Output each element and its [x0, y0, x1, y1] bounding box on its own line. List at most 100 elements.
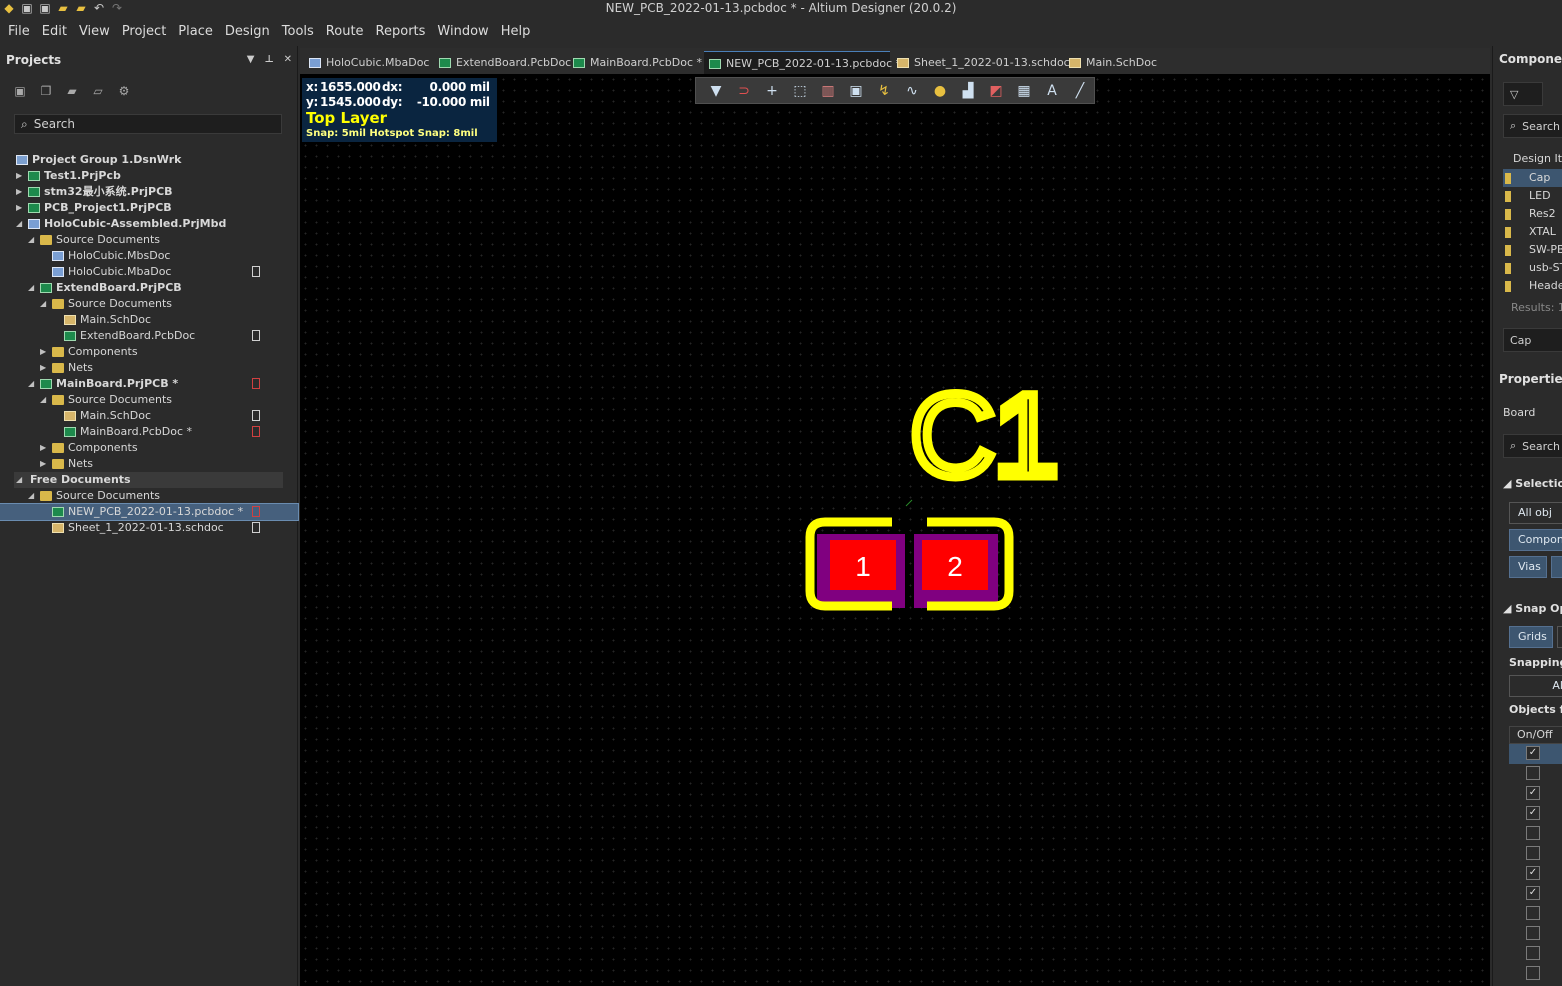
expand-arrow-icon[interactable]: ▶ [40, 344, 50, 360]
close-project-icon[interactable]: ▱ [90, 84, 106, 98]
document-tab[interactable]: Main.SchDoc [1064, 51, 1164, 74]
menu-project[interactable]: Project [116, 20, 172, 44]
snap-object-checkbox[interactable] [1526, 766, 1540, 780]
component-list-item[interactable]: Heade [1503, 277, 1562, 295]
tree-item[interactable]: ◢ Free Documents [14, 472, 283, 488]
collapse-arrow-icon[interactable]: ◢ [16, 472, 26, 488]
bar-chart-icon[interactable]: ▥ [816, 80, 840, 102]
components-search-input[interactable]: ⌕ Search [1503, 114, 1562, 138]
component-list-item[interactable]: SW-PB [1503, 241, 1562, 259]
tree-item[interactable]: ▶ Nets [0, 456, 298, 472]
snap-object-checkbox[interactable] [1526, 846, 1540, 860]
snap-object-checkbox[interactable] [1526, 946, 1540, 960]
open-project-folder-icon[interactable]: ▰ [64, 84, 80, 98]
selected-component-field[interactable]: Cap [1503, 328, 1562, 352]
tree-item[interactable]: Main.SchDoc [0, 408, 298, 424]
crosshair-icon[interactable]: + [760, 80, 784, 102]
tree-item[interactable]: Sheet_1_2022-01-13.schdoc [0, 520, 298, 536]
route-icon[interactable]: ↯ [872, 80, 896, 102]
collapse-arrow-icon[interactable]: ◢ [28, 232, 38, 248]
menu-file[interactable]: File [2, 20, 36, 44]
component-filter-button[interactable]: ▽ [1503, 82, 1543, 106]
tree-item[interactable]: Main.SchDoc [0, 312, 298, 328]
tree-item[interactable]: ◢ Source Documents [0, 488, 298, 504]
line-icon[interactable]: ╱ [1068, 80, 1092, 102]
document-tab[interactable]: ExtendBoard.PcbDoc [434, 51, 571, 74]
menu-window[interactable]: Window [431, 20, 494, 44]
selection-filter-header[interactable]: ◢ Selection [1503, 477, 1562, 490]
component-list-item[interactable]: usb-ST [1503, 259, 1562, 277]
expand-arrow-icon[interactable]: ▶ [16, 168, 26, 184]
expand-arrow-icon[interactable]: ▶ [40, 360, 50, 376]
component-list-item[interactable]: Cap [1503, 169, 1562, 187]
component-list-item[interactable]: LED [1503, 187, 1562, 205]
snap-object-checkbox[interactable]: ✓ [1526, 806, 1540, 820]
close-icon[interactable]: ✕ [284, 54, 292, 65]
expand-arrow-icon[interactable]: ▶ [40, 440, 50, 456]
collapse-arrow-icon[interactable]: ◢ [28, 376, 38, 392]
snap-object-checkbox[interactable] [1526, 966, 1540, 980]
pcb-canvas[interactable]: C1 1 2 x: 1655.000dx: 0.000 mil y: 1545.000… [300, 74, 1490, 986]
expand-arrow-icon[interactable]: ▶ [40, 456, 50, 472]
wave-icon[interactable]: ∿ [900, 80, 924, 102]
snap-options-header[interactable]: ◢ Snap Opti [1503, 602, 1562, 615]
tree-item[interactable]: ◢ Source Documents [0, 232, 298, 248]
tree-item[interactable]: ▶ stm32最小系统.PrjPCB [0, 184, 298, 200]
component-list-item[interactable]: XTAL [1503, 223, 1562, 241]
tree-item[interactable]: HoloCubic.MbaDoc [0, 264, 298, 280]
menu-tools[interactable]: Tools [276, 20, 320, 44]
all-objects-button[interactable]: All obj [1509, 502, 1562, 524]
collapse-arrow-icon[interactable]: ◢ [40, 392, 50, 408]
component-icon[interactable]: ▣ [844, 80, 868, 102]
copy-icon[interactable]: ❐ [38, 84, 54, 98]
tree-item[interactable]: ◢ MainBoard.PrjPCB * [0, 376, 298, 392]
expand-arrow-icon[interactable]: ▶ [16, 200, 26, 216]
snap-object-checkbox[interactable]: ✓ [1526, 886, 1540, 900]
collapse-arrow-icon[interactable]: ◢ [16, 216, 26, 232]
trace-length-icon[interactable]: ◩ [984, 80, 1008, 102]
grids-button[interactable]: Grids [1509, 626, 1553, 648]
select-rect-icon[interactable]: ⬚ [788, 80, 812, 102]
via-icon[interactable]: ● [928, 80, 952, 102]
menu-view[interactable]: View [73, 20, 116, 44]
snap-object-checkbox[interactable] [1526, 826, 1540, 840]
fill-icon[interactable]: ▟ [956, 80, 980, 102]
tree-item[interactable]: HoloCubic.MbsDoc [0, 248, 298, 264]
snapping-all-button[interactable]: All [1509, 675, 1562, 697]
tree-item[interactable]: ◢ ExtendBoard.PrjPCB [0, 280, 298, 296]
menu-route[interactable]: Route [320, 20, 370, 44]
component-list-item[interactable]: Res2 [1503, 205, 1562, 223]
document-tab[interactable]: MainBoard.PcbDoc * [568, 51, 702, 74]
menu-edit[interactable]: Edit [36, 20, 73, 44]
document-tab[interactable]: NEW_PCB_2022-01-13.pcbdoc * [704, 51, 901, 74]
snap-object-checkbox[interactable]: ✓ [1526, 786, 1540, 800]
gear-icon[interactable]: ⚙ [116, 84, 132, 98]
guides-button[interactable] [1557, 626, 1562, 648]
collapse-arrow-icon[interactable]: ◢ [28, 280, 38, 296]
graph-icon[interactable]: ▦ [1012, 80, 1036, 102]
components-filter-button[interactable]: Compon [1509, 529, 1562, 551]
document-tab[interactable]: Sheet_1_2022-01-13.schdoc [892, 51, 1070, 74]
text-icon[interactable]: A [1040, 80, 1064, 102]
collapse-arrow-icon[interactable]: ◢ [28, 488, 38, 504]
menu-design[interactable]: Design [219, 20, 276, 44]
expand-arrow-icon[interactable]: ▶ [16, 184, 26, 200]
interactive-route-icon[interactable]: ⊃ [732, 80, 756, 102]
properties-search-input[interactable]: ⌕ Search [1503, 434, 1562, 458]
vias-filter-button[interactable]: Vias [1509, 556, 1547, 578]
tree-item[interactable]: ◢ Source Documents [0, 296, 298, 312]
filter-icon[interactable]: ▼ [704, 80, 728, 102]
tree-item[interactable]: ▶ Test1.PrjPcb [0, 168, 298, 184]
tree-item[interactable]: Project Group 1.DsnWrk [0, 152, 298, 168]
panel-menu-icon[interactable]: ▼ [247, 54, 255, 65]
tree-item[interactable]: ▶ Components [0, 344, 298, 360]
menu-help[interactable]: Help [495, 20, 537, 44]
pin-icon[interactable]: ⊥ [264, 54, 273, 65]
menu-reports[interactable]: Reports [370, 20, 432, 44]
tree-item[interactable]: ExtendBoard.PcbDoc [0, 328, 298, 344]
snap-object-checkbox[interactable] [1526, 926, 1540, 940]
collapse-arrow-icon[interactable]: ◢ [40, 296, 50, 312]
tree-item[interactable]: ▶ Nets [0, 360, 298, 376]
tree-item[interactable]: NEW_PCB_2022-01-13.pcbdoc * [0, 503, 299, 521]
save-project-icon[interactable]: ▣ [12, 84, 28, 98]
